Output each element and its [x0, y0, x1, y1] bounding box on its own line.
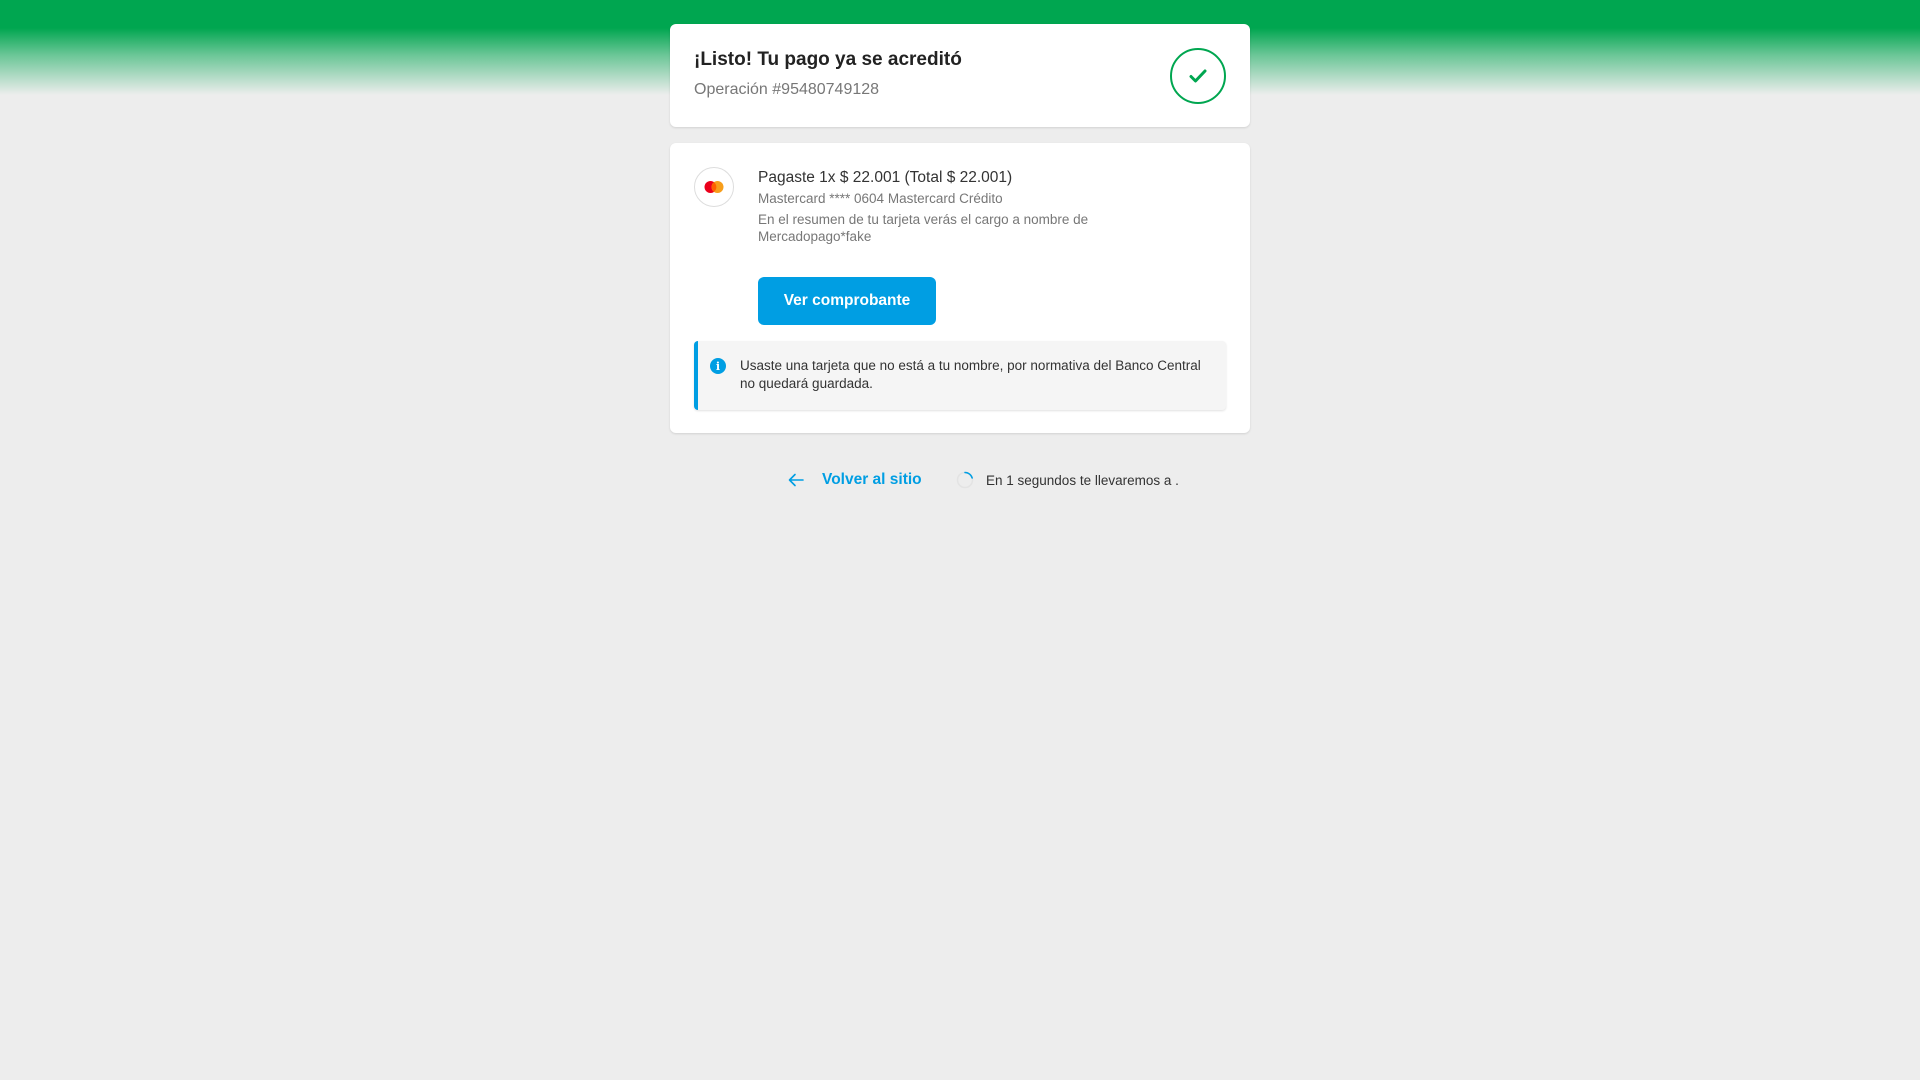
main-container: ¡Listo! Tu pago ya se acreditó Operación…	[670, 24, 1250, 433]
card-notice: i Usaste una tarjeta que no está a tu no…	[694, 341, 1226, 410]
payment-detail-card: Pagaste 1x $ 22.001 (Total $ 22.001) Mas…	[670, 143, 1250, 433]
info-icon: i	[710, 358, 726, 374]
payment-summary: Pagaste 1x $ 22.001 (Total $ 22.001)	[758, 169, 1013, 186]
redirect-status: En 1 segundos te llevaremos a .	[956, 471, 1179, 489]
redirect-text: En 1 segundos te llevaremos a .	[986, 472, 1179, 488]
view-receipt-button[interactable]: Ver comprobante	[758, 277, 936, 325]
arrow-left-icon	[788, 473, 804, 487]
statement-note: En el resumen de tu tarjeta verás el car…	[758, 212, 1089, 244]
spinner-icon	[956, 471, 974, 489]
back-to-site-link[interactable]: Volver al sitio	[788, 471, 922, 489]
status-header-card: ¡Listo! Tu pago ya se acreditó Operación…	[670, 24, 1250, 127]
page-title: ¡Listo! Tu pago ya se acreditó	[694, 49, 962, 70]
success-check-icon	[1170, 48, 1226, 104]
payment-info: Pagaste 1x $ 22.001 (Total $ 22.001) Mas…	[758, 168, 1226, 325]
back-link-label: Volver al sitio	[822, 471, 922, 488]
operation-number: Operación #95480749128	[694, 81, 880, 98]
notice-text: Usaste una tarjeta que no está a tu nomb…	[740, 358, 1201, 391]
mastercard-icon	[694, 167, 734, 207]
card-description: Mastercard **** 0604 Mastercard Crédito	[758, 191, 1003, 206]
footer: Volver al sitio En 1 segundos te llevare…	[670, 466, 1250, 496]
